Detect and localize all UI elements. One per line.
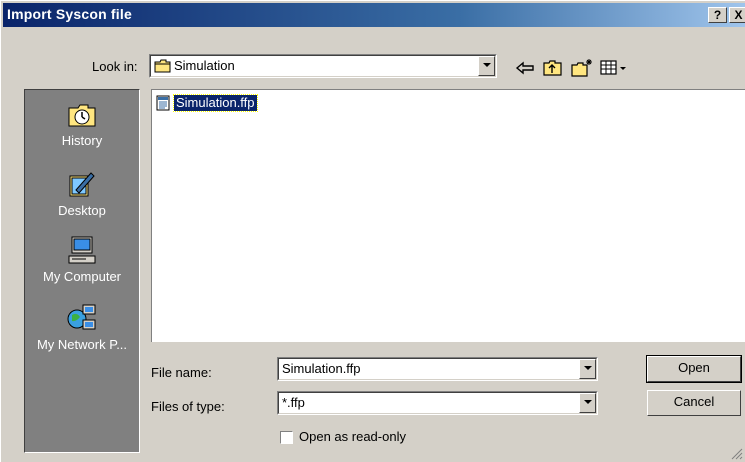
close-button[interactable]: X: [729, 7, 745, 23]
file-name-value: Simulation.ffp: [282, 361, 361, 376]
file-list[interactable]: Simulation.ffp: [151, 89, 745, 342]
file-type-dropdown[interactable]: *.ffp: [277, 391, 598, 415]
open-button[interactable]: Open: [646, 355, 742, 383]
place-desktop[interactable]: Desktop: [25, 168, 139, 218]
folder-icon: [154, 59, 171, 73]
look-in-dropdown-arrow[interactable]: [478, 56, 495, 76]
file-name-label: File name:: [151, 365, 212, 380]
dialog-title: Import Syscon file: [7, 6, 132, 22]
read-only-label: Open as read-only: [299, 429, 406, 444]
title-bar[interactable]: Import Syscon file ? X: [3, 3, 745, 27]
file-name-dropdown-arrow[interactable]: [579, 359, 596, 379]
back-arrow-icon[interactable]: [513, 57, 537, 79]
file-name-field[interactable]: Simulation.ffp: [277, 357, 598, 381]
place-my-computer[interactable]: My Computer: [25, 234, 139, 284]
resize-grip-icon[interactable]: [731, 448, 743, 460]
read-only-checkbox[interactable]: [280, 431, 293, 444]
history-icon: [68, 104, 96, 127]
import-dialog: Import Syscon file ? X Look in: Simulati…: [0, 0, 745, 462]
my-network-places-icon: [67, 304, 96, 330]
view-menu-icon[interactable]: [599, 57, 629, 79]
place-my-computer-label: My Computer: [42, 269, 122, 284]
place-desktop-label: Desktop: [58, 203, 106, 218]
my-computer-icon: [68, 236, 96, 264]
file-type-dropdown-arrow[interactable]: [579, 393, 596, 413]
cancel-button[interactable]: Cancel: [647, 390, 741, 416]
desktop-icon: [69, 172, 95, 197]
place-history-label: History: [61, 133, 103, 148]
look-in-value: Simulation: [174, 58, 235, 73]
file-type-value: *.ffp: [282, 395, 305, 410]
new-folder-icon[interactable]: [570, 57, 594, 79]
file-name-text: Simulation.ffp: [173, 94, 258, 112]
up-folder-icon[interactable]: [541, 57, 565, 79]
help-button[interactable]: ?: [708, 7, 727, 23]
place-my-network[interactable]: My Network P...: [25, 302, 139, 352]
place-history[interactable]: History: [25, 98, 139, 148]
places-bar: History Desktop My Computer My Network P…: [24, 89, 140, 453]
look-in-dropdown[interactable]: Simulation: [149, 54, 497, 78]
file-type-label: Files of type:: [151, 399, 225, 414]
list-item[interactable]: Simulation.ffp: [155, 94, 258, 112]
look-in-label: Look in:: [92, 59, 138, 74]
document-icon: [156, 95, 170, 111]
place-my-network-label: My Network P...: [36, 337, 128, 352]
